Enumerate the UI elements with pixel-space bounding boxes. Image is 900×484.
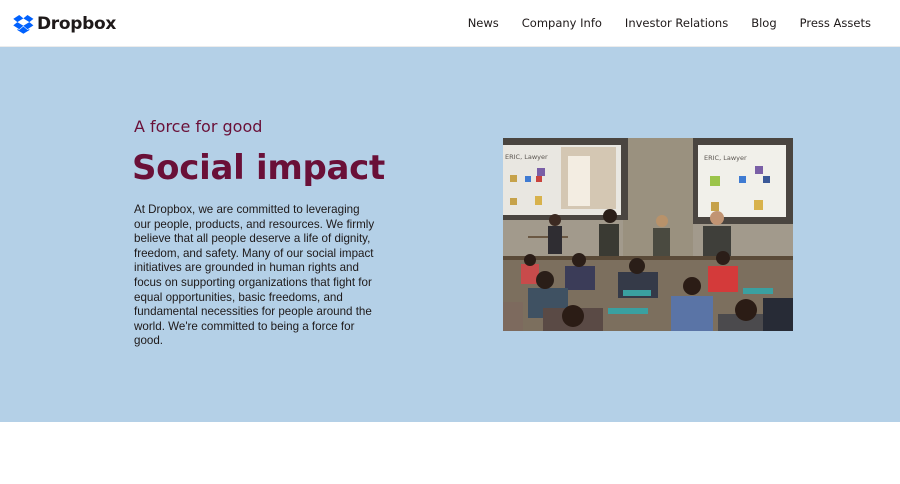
- nav-link-news[interactable]: News: [468, 15, 499, 31]
- projector-screen-right: [693, 138, 793, 224]
- dropbox-logo-link[interactable]: Dropbox: [13, 13, 116, 35]
- page-lower-area: [0, 422, 900, 484]
- nav-link-press-assets[interactable]: Press Assets: [800, 15, 871, 31]
- top-navigation-bar: Dropbox News Company Info Investor Relat…: [0, 0, 900, 47]
- nav-link-blog[interactable]: Blog: [751, 15, 776, 31]
- social-impact-hero: A force for good Social impact At Dropbo…: [0, 47, 900, 422]
- nav-link-investor-relations[interactable]: Investor Relations: [625, 15, 728, 31]
- brand-wordmark: Dropbox: [37, 14, 117, 34]
- hero-body-text: At Dropbox, we are committed to leveragi…: [134, 203, 375, 348]
- panel-event-photo: ERIC, Lawyer ERIC, Lawyer: [503, 138, 793, 331]
- dropbox-box-icon: [13, 14, 34, 34]
- nav-link-company-info[interactable]: Company Info: [522, 15, 602, 31]
- slide-caption-left: ERIC, Lawyer: [505, 153, 548, 161]
- hero-title: Social impact: [132, 148, 385, 188]
- hero-eyebrow: A force for good: [134, 117, 263, 136]
- primary-nav: News Company Info Investor Relations Blo…: [468, 15, 871, 31]
- projector-screen-left: [503, 138, 628, 220]
- slide-caption-right: ERIC, Lawyer: [704, 154, 747, 162]
